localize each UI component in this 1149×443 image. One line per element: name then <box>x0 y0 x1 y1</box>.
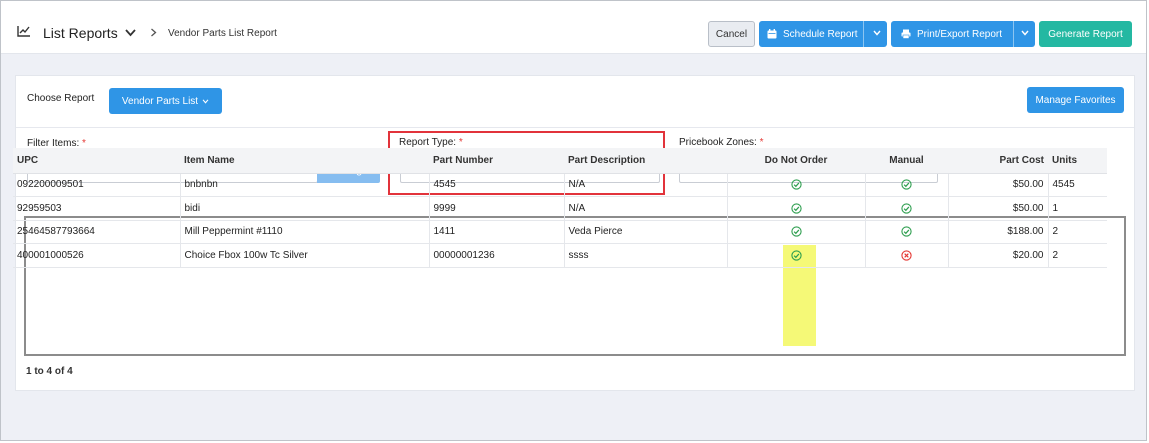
column-header-do-not-order[interactable]: Do Not Order <box>727 148 865 174</box>
chevron-down-icon[interactable] <box>873 30 881 36</box>
schedule-report-label: Schedule Report <box>783 28 858 40</box>
table-row[interactable]: 25464587793664 Mill Peppermint #1110 1411 V… <box>13 220 1107 244</box>
manage-favorites-label: Manage Favorites <box>1035 94 1116 106</box>
split-divider <box>863 21 864 47</box>
required-mark: * <box>458 137 463 148</box>
cell-part-cost: $20.00 <box>948 243 1049 268</box>
divider <box>16 127 1134 128</box>
cell-units: 1 <box>1048 196 1107 221</box>
column-header-item-name[interactable]: Item Name <box>180 148 429 174</box>
top-bar: List Reports Vendor Parts List Report Ca… <box>1 1 1146 54</box>
table-row[interactable]: 400001000526 Choice Fbox 100w Tc Silver 00… <box>13 243 1107 268</box>
check-circle-icon <box>901 203 912 214</box>
page-title: List Reports <box>43 25 118 41</box>
cell-part-number: 1411 <box>429 220 565 244</box>
cancel-button-label: Cancel <box>715 28 748 40</box>
cell-part-description: N/A <box>564 173 728 197</box>
cell-item-name: bidi <box>180 196 430 221</box>
chevron-down-icon[interactable] <box>1021 30 1029 36</box>
check-circle-icon <box>790 226 802 237</box>
column-header-part-description[interactable]: Part Description <box>564 148 727 174</box>
schedule-report-button[interactable]: Schedule Report <box>759 21 887 47</box>
x-circle-icon <box>901 250 912 261</box>
pricebook-zones-label: Pricebook Zones: * <box>679 137 764 148</box>
required-mark: * <box>759 137 764 148</box>
cell-part-cost: $50.00 <box>948 196 1049 221</box>
chevron-down-icon[interactable] <box>125 28 136 37</box>
cell-part-cost: $50.00 <box>948 173 1049 197</box>
report-type-label: Report Type: * <box>399 137 463 148</box>
column-header-manual[interactable]: Manual <box>865 148 948 174</box>
line-chart-icon <box>17 26 30 37</box>
cell-part-number: 4545 <box>429 173 565 197</box>
cell-part-description: N/A <box>564 196 728 221</box>
print-export-button[interactable]: Print/Export Report <box>891 21 1035 47</box>
check-circle-icon <box>901 179 912 190</box>
table-row[interactable]: 92959503 bidi 9999 N/A $50.00 1 <box>13 196 1107 221</box>
cell-part-number: 00000001236 <box>429 243 565 268</box>
cell-part-description: ssss <box>564 243 728 268</box>
manage-favorites-button[interactable]: Manage Favorites <box>1027 87 1124 113</box>
column-header-upc[interactable]: UPC <box>13 148 180 174</box>
breadcrumb: Vendor Parts List Report <box>168 28 277 39</box>
pricebook-zones-label-text: Pricebook Zones: <box>679 137 757 148</box>
app-frame: List Reports Vendor Parts List Report Ca… <box>0 0 1147 441</box>
cell-do-not-order <box>727 173 866 197</box>
cell-upc: 400001000526 <box>13 243 181 268</box>
cell-upc: 92959503 <box>13 196 181 221</box>
cell-manual <box>865 243 949 268</box>
check-circle-icon <box>790 179 802 190</box>
table-body: 092200009501 bnbnbn 4545 N/A $50.00 4545 92959… <box>13 173 1107 268</box>
cell-part-description: Veda Pierce <box>564 220 728 244</box>
cell-item-name: Choice Fbox 100w Tc Silver <box>180 243 430 268</box>
cell-manual <box>865 173 949 197</box>
calendar-icon <box>767 29 777 39</box>
column-header-part-cost[interactable]: Part Cost <box>948 148 1048 174</box>
cell-manual <box>865 196 949 221</box>
column-header-part-number[interactable]: Part Number <box>429 148 564 174</box>
cell-item-name: Mill Peppermint #1110 <box>180 220 430 244</box>
cell-manual <box>865 220 949 244</box>
chevron-down-icon <box>202 98 209 104</box>
split-divider <box>1013 21 1014 47</box>
cell-units: 2 <box>1048 243 1107 268</box>
cell-upc: 25464587793664 <box>13 220 181 244</box>
choose-report-label: Choose Report <box>27 93 95 104</box>
cell-units: 2 <box>1048 220 1107 244</box>
table-row[interactable]: 092200009501 bnbnbn 4545 N/A $50.00 4545 <box>13 173 1107 197</box>
column-header-units[interactable]: Units <box>1048 148 1107 174</box>
cell-upc: 092200009501 <box>13 173 181 197</box>
generate-report-label: Generate Report <box>1048 28 1123 40</box>
pagination-summary: 1 to 4 of 4 <box>26 366 73 377</box>
check-circle-icon <box>790 250 802 261</box>
report-type-label-text: Report Type: <box>399 137 457 148</box>
check-circle-icon <box>790 203 802 214</box>
cell-item-name: bnbnbn <box>180 173 430 197</box>
printer-icon <box>901 29 911 39</box>
cell-units: 4545 <box>1048 173 1107 197</box>
check-circle-icon <box>901 226 912 237</box>
chevron-right-icon <box>151 28 157 37</box>
choose-report-value: Vendor Parts List <box>121 95 199 107</box>
cell-part-cost: $188.00 <box>948 220 1049 244</box>
cell-do-not-order <box>727 220 866 244</box>
cell-part-number: 9999 <box>429 196 565 221</box>
print-export-label: Print/Export Report <box>917 28 1003 40</box>
choose-report-dropdown[interactable]: Vendor Parts List <box>109 88 222 114</box>
cell-do-not-order <box>727 243 866 268</box>
cancel-button[interactable]: Cancel <box>708 21 755 47</box>
report-table: UPC Item Name Part Number Part Descripti… <box>13 148 1107 268</box>
generate-report-button[interactable]: Generate Report <box>1039 21 1132 47</box>
cell-do-not-order <box>727 196 866 221</box>
table-header-row: UPC Item Name Part Number Part Descripti… <box>13 148 1107 174</box>
